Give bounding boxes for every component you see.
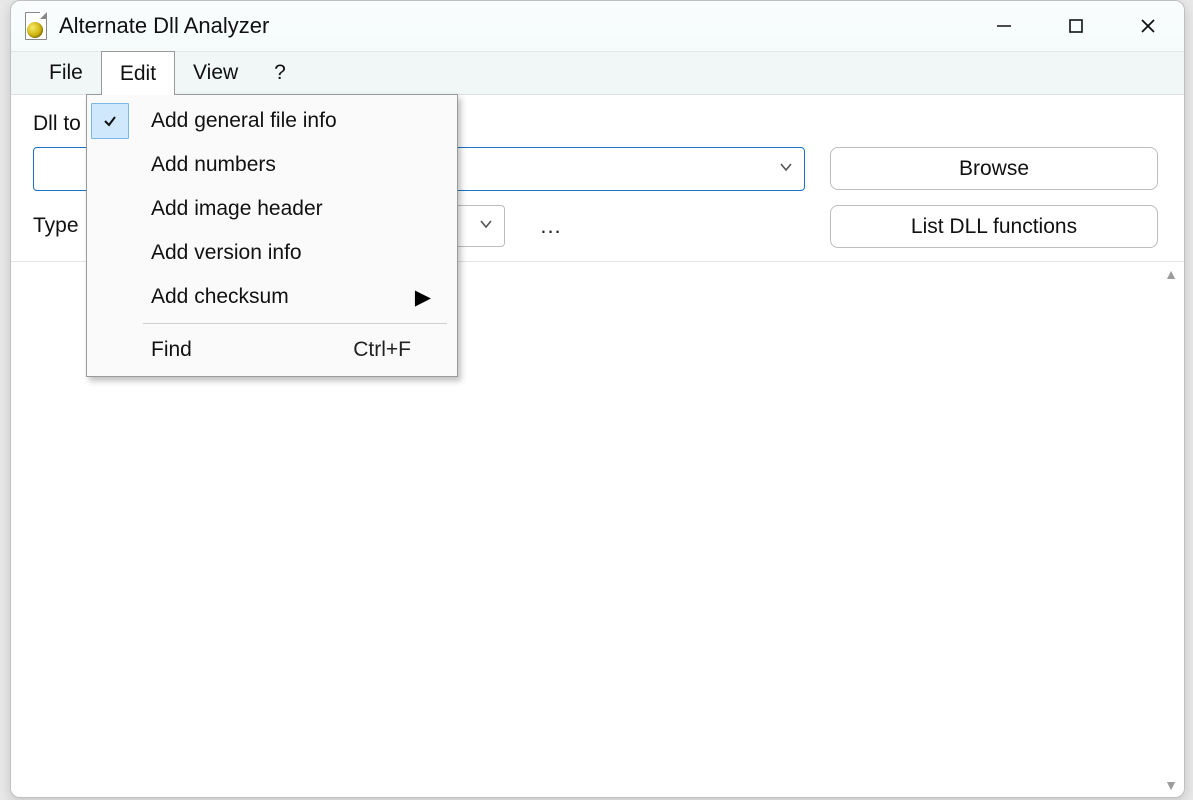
- check-col: [87, 187, 133, 231]
- menu-view[interactable]: View: [175, 52, 256, 94]
- menu-item-label: Add general file info: [133, 109, 439, 133]
- menu-help[interactable]: ?: [256, 52, 304, 94]
- window-title: Alternate Dll Analyzer: [59, 13, 269, 39]
- ellipsis-label: ...: [540, 213, 561, 239]
- maximize-icon: [1067, 17, 1085, 35]
- menu-help-label: ?: [274, 61, 286, 85]
- maximize-button[interactable]: [1040, 1, 1112, 51]
- ellipsis-button[interactable]: ...: [523, 210, 579, 242]
- menu-item-label: Add image header: [133, 197, 439, 221]
- check-col: [87, 275, 133, 319]
- minimize-button[interactable]: [968, 1, 1040, 51]
- menu-add-image-header[interactable]: Add image header: [87, 187, 457, 231]
- app-icon: [25, 12, 47, 40]
- type-label: Type: [33, 214, 89, 238]
- menu-separator: [143, 323, 447, 324]
- menu-item-label: Find: [133, 338, 353, 362]
- titlebar: Alternate Dll Analyzer: [11, 1, 1184, 51]
- scroll-down-icon: ▼: [1164, 777, 1178, 793]
- check-icon: [91, 103, 129, 139]
- menu-file-label: File: [49, 61, 83, 85]
- menubar: File Edit View ?: [11, 51, 1184, 95]
- check-col: [87, 231, 133, 275]
- edit-dropdown: Add general file info Add numbers Add im…: [86, 94, 458, 377]
- browse-label: Browse: [959, 157, 1029, 181]
- menu-edit[interactable]: Edit: [101, 51, 175, 95]
- vertical-scrollbar[interactable]: ▲ ▼: [1160, 266, 1182, 793]
- menu-item-label: Add checksum: [133, 285, 415, 309]
- chevron-down-icon: [478, 214, 494, 238]
- check-col: [87, 328, 133, 372]
- menu-shortcut: Ctrl+F: [353, 338, 439, 362]
- close-button[interactable]: [1112, 1, 1184, 51]
- dll-label: Dll to: [33, 112, 81, 136]
- submenu-arrow-icon: ▶: [415, 285, 439, 310]
- menu-edit-label: Edit: [120, 62, 156, 86]
- list-functions-button[interactable]: List DLL functions: [830, 205, 1158, 248]
- menu-file[interactable]: File: [31, 52, 101, 94]
- browse-button[interactable]: Browse: [830, 147, 1158, 190]
- right-button-column: Browse List DLL functions: [830, 147, 1158, 248]
- menu-view-label: View: [193, 61, 238, 85]
- menu-item-label: Add numbers: [133, 153, 439, 177]
- menu-add-general-file-info[interactable]: Add general file info: [87, 99, 457, 143]
- list-functions-label: List DLL functions: [911, 215, 1077, 239]
- chevron-down-icon: [778, 157, 794, 181]
- menu-add-numbers[interactable]: Add numbers: [87, 143, 457, 187]
- menu-add-checksum[interactable]: Add checksum ▶: [87, 275, 457, 319]
- menu-find[interactable]: Find Ctrl+F: [87, 328, 457, 372]
- close-icon: [1139, 17, 1157, 35]
- minimize-icon: [995, 17, 1013, 35]
- menu-item-label: Add version info: [133, 241, 439, 265]
- scroll-up-icon: ▲: [1164, 266, 1178, 282]
- window-controls: [968, 1, 1184, 51]
- menu-add-version-info[interactable]: Add version info: [87, 231, 457, 275]
- check-col: [87, 143, 133, 187]
